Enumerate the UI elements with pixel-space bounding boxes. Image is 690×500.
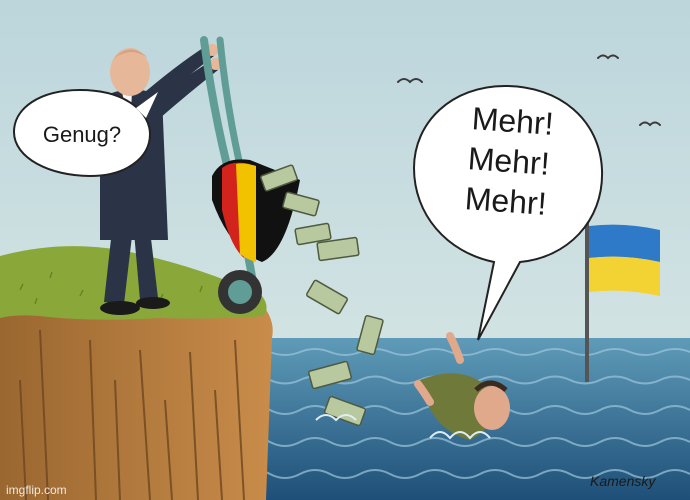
cartoon-illustration: Genug? Mehr! Mehr! Mehr! imgflip.com Kam… [0, 0, 690, 500]
speech-left-text: Genug? [43, 122, 121, 147]
speech-right-line-2: Mehr! [467, 140, 551, 182]
watermark: imgflip.com [6, 483, 67, 497]
speech-right-line-3: Mehr! [464, 180, 548, 222]
artist-signature: Kamensky [590, 473, 656, 489]
speech-right-line-1: Mehr! [471, 100, 555, 142]
cartoon-canvas: Genug? Mehr! Mehr! Mehr! imgflip.com Kam… [0, 0, 690, 500]
